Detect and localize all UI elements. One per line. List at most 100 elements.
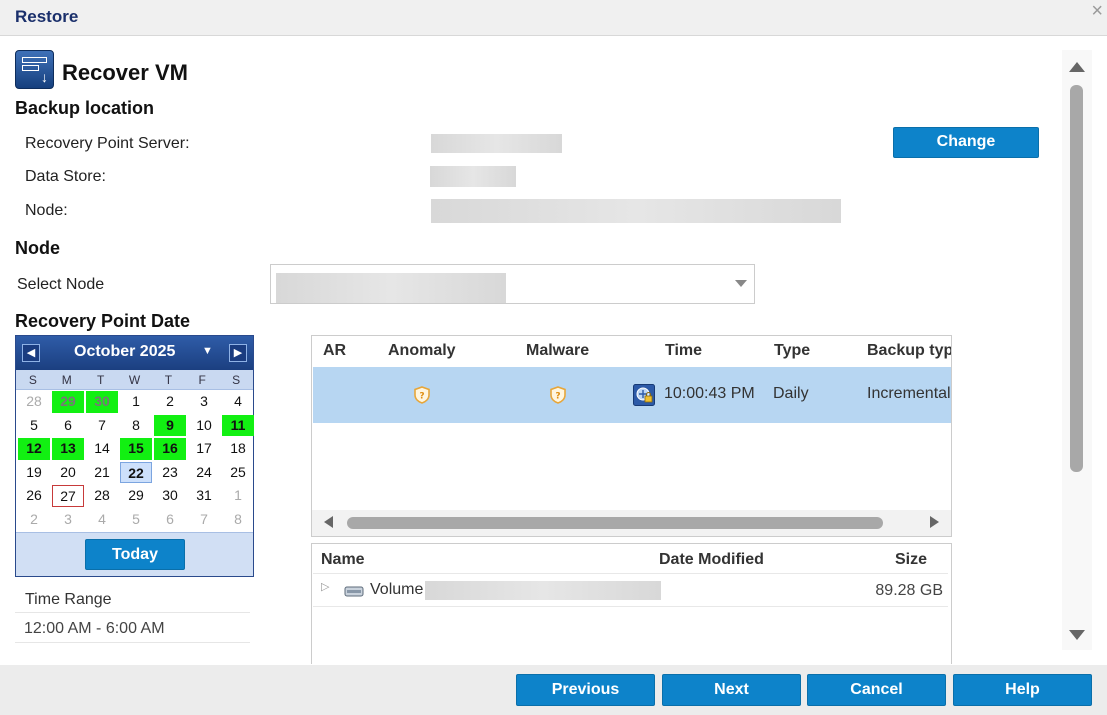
date-picker: ◀ October 2025 ▼ ▶ SMTWTFS 28 29 30 1 2 3 4 5 6 7…: [15, 335, 254, 577]
col-type[interactable]: Type: [774, 342, 810, 360]
weekday-label: W: [128, 373, 141, 387]
backup-location-heading: Backup location: [15, 98, 155, 118]
prev-month-button[interactable]: ◀: [22, 344, 40, 362]
calendar-day[interactable]: 21: [86, 462, 118, 484]
calendar-day[interactable]: 1: [222, 485, 254, 507]
col-backup-type[interactable]: Backup typ: [867, 342, 951, 360]
next-button[interactable]: Next: [662, 674, 801, 706]
calendar-day[interactable]: 22: [120, 461, 152, 483]
month-dropdown-icon[interactable]: ▼: [202, 345, 213, 357]
col-malware[interactable]: Malware: [526, 342, 589, 360]
calendar-day[interactable]: 23: [154, 462, 186, 484]
chevron-down-icon: [735, 280, 747, 287]
weekday-label: T: [96, 373, 105, 387]
recovery-points-table: AR Anomaly Malware Time Type Backup typ …: [311, 335, 952, 537]
scrollbar-thumb[interactable]: [347, 517, 883, 529]
calendar-day[interactable]: 2: [18, 509, 50, 531]
calendar-day[interactable]: 6: [52, 415, 84, 437]
calendar-day[interactable]: 7: [86, 415, 118, 437]
calendar-day[interactable]: 7: [188, 509, 220, 531]
files-table: Name Date Modified Size ▷ Volume 89.28 G…: [311, 543, 952, 664]
shield-question-icon: ?: [414, 386, 430, 404]
calendar-header: ◀ October 2025 ▼ ▶: [16, 336, 253, 370]
calendar-day[interactable]: 27: [52, 485, 84, 507]
calendar-day[interactable]: 4: [86, 509, 118, 531]
change-button[interactable]: Change: [893, 127, 1039, 158]
file-name: Volume: [370, 581, 424, 598]
previous-button[interactable]: Previous: [516, 674, 655, 706]
calendar-day[interactable]: 31: [188, 485, 220, 507]
help-button[interactable]: Help: [953, 674, 1092, 706]
point-type: Daily: [773, 385, 809, 402]
calendar-day[interactable]: 19: [18, 462, 50, 484]
title-bar: Restore ×: [0, 0, 1107, 36]
calendar-day[interactable]: 8: [120, 415, 152, 437]
calendar-day[interactable]: 28: [86, 485, 118, 507]
scroll-up-icon[interactable]: [1069, 62, 1085, 72]
col-time[interactable]: Time: [665, 342, 702, 360]
node-value-redacted: [431, 199, 841, 223]
calendar-day[interactable]: 5: [18, 415, 50, 437]
calendar-day[interactable]: 11: [222, 414, 254, 436]
calendar-day[interactable]: 30: [154, 485, 186, 507]
table-row[interactable]: ▷ Volume 89.28 GB: [313, 573, 948, 607]
calendar-day[interactable]: 15: [120, 438, 152, 460]
col-name[interactable]: Name: [321, 551, 365, 569]
calendar-day[interactable]: 13: [52, 438, 84, 460]
horizontal-scrollbar[interactable]: [312, 510, 951, 536]
calendar-day[interactable]: 14: [86, 438, 118, 460]
weekday-label: F: [198, 373, 206, 387]
calendar-day[interactable]: 25: [222, 462, 254, 484]
node-select[interactable]: [270, 264, 755, 304]
shield-question-icon: ?: [550, 386, 566, 404]
calendar-day[interactable]: 20: [52, 462, 84, 484]
calendar-day[interactable]: 3: [52, 509, 84, 531]
calendar-day[interactable]: 1: [120, 391, 152, 413]
datastore-label: Data Store:: [25, 168, 106, 185]
scroll-right-icon[interactable]: [930, 516, 939, 528]
time-range-item[interactable]: 12:00 AM - 6:00 AM: [15, 612, 250, 643]
scrollbar-thumb[interactable]: [1070, 85, 1083, 472]
calendar-day[interactable]: 28: [18, 391, 50, 413]
calendar-day[interactable]: 18: [222, 438, 254, 460]
today-button[interactable]: Today: [85, 539, 185, 570]
vertical-scrollbar[interactable]: [1062, 50, 1092, 650]
next-month-button[interactable]: ▶: [229, 344, 247, 362]
cancel-button[interactable]: Cancel: [807, 674, 946, 706]
col-date-modified[interactable]: Date Modified: [659, 551, 764, 569]
calendar-day[interactable]: 6: [154, 509, 186, 531]
calendar-day[interactable]: 9: [154, 414, 186, 436]
drive-icon: [344, 586, 364, 597]
calendar-day[interactable]: 12: [18, 438, 50, 460]
calendar-day[interactable]: 4: [222, 391, 254, 413]
calendar-day[interactable]: 2: [154, 391, 186, 413]
weekday-label: S: [232, 373, 241, 387]
calendar-day[interactable]: 8: [222, 509, 254, 531]
calendar-day[interactable]: 16: [154, 438, 186, 460]
col-size[interactable]: Size: [895, 551, 927, 569]
calendar-day[interactable]: 24: [188, 462, 220, 484]
table-row[interactable]: ? ? 10:00:43 PM Daily Incremental: [313, 367, 951, 423]
time-range-label: Time Range: [25, 591, 112, 608]
col-anomaly[interactable]: Anomaly: [388, 342, 456, 360]
page-title: Recover VM: [62, 60, 188, 85]
col-ar[interactable]: AR: [323, 342, 346, 360]
calendar-day[interactable]: 5: [120, 509, 152, 531]
calendar-day[interactable]: 29: [120, 485, 152, 507]
weekday-label: T: [164, 373, 173, 387]
svg-text:?: ?: [419, 392, 424, 402]
calendar-day[interactable]: 3: [188, 391, 220, 413]
scroll-down-icon[interactable]: [1069, 630, 1085, 640]
calendar-day[interactable]: 26: [18, 485, 50, 507]
recovery-point-date-heading: Recovery Point Date: [15, 311, 191, 331]
calendar-day[interactable]: 10: [188, 415, 220, 437]
close-icon[interactable]: ×: [1091, 1, 1103, 21]
scroll-left-icon[interactable]: [324, 516, 333, 528]
calendar-day[interactable]: 30: [86, 391, 118, 413]
calendar-day[interactable]: 29: [52, 391, 84, 413]
recover-vm-icon: ↓: [15, 50, 54, 89]
calendar-day[interactable]: 17: [188, 438, 220, 460]
datastore-value-redacted: [430, 166, 516, 187]
calendar-footer: Today: [16, 532, 253, 576]
expand-arrow-icon[interactable]: ▷: [321, 580, 329, 593]
